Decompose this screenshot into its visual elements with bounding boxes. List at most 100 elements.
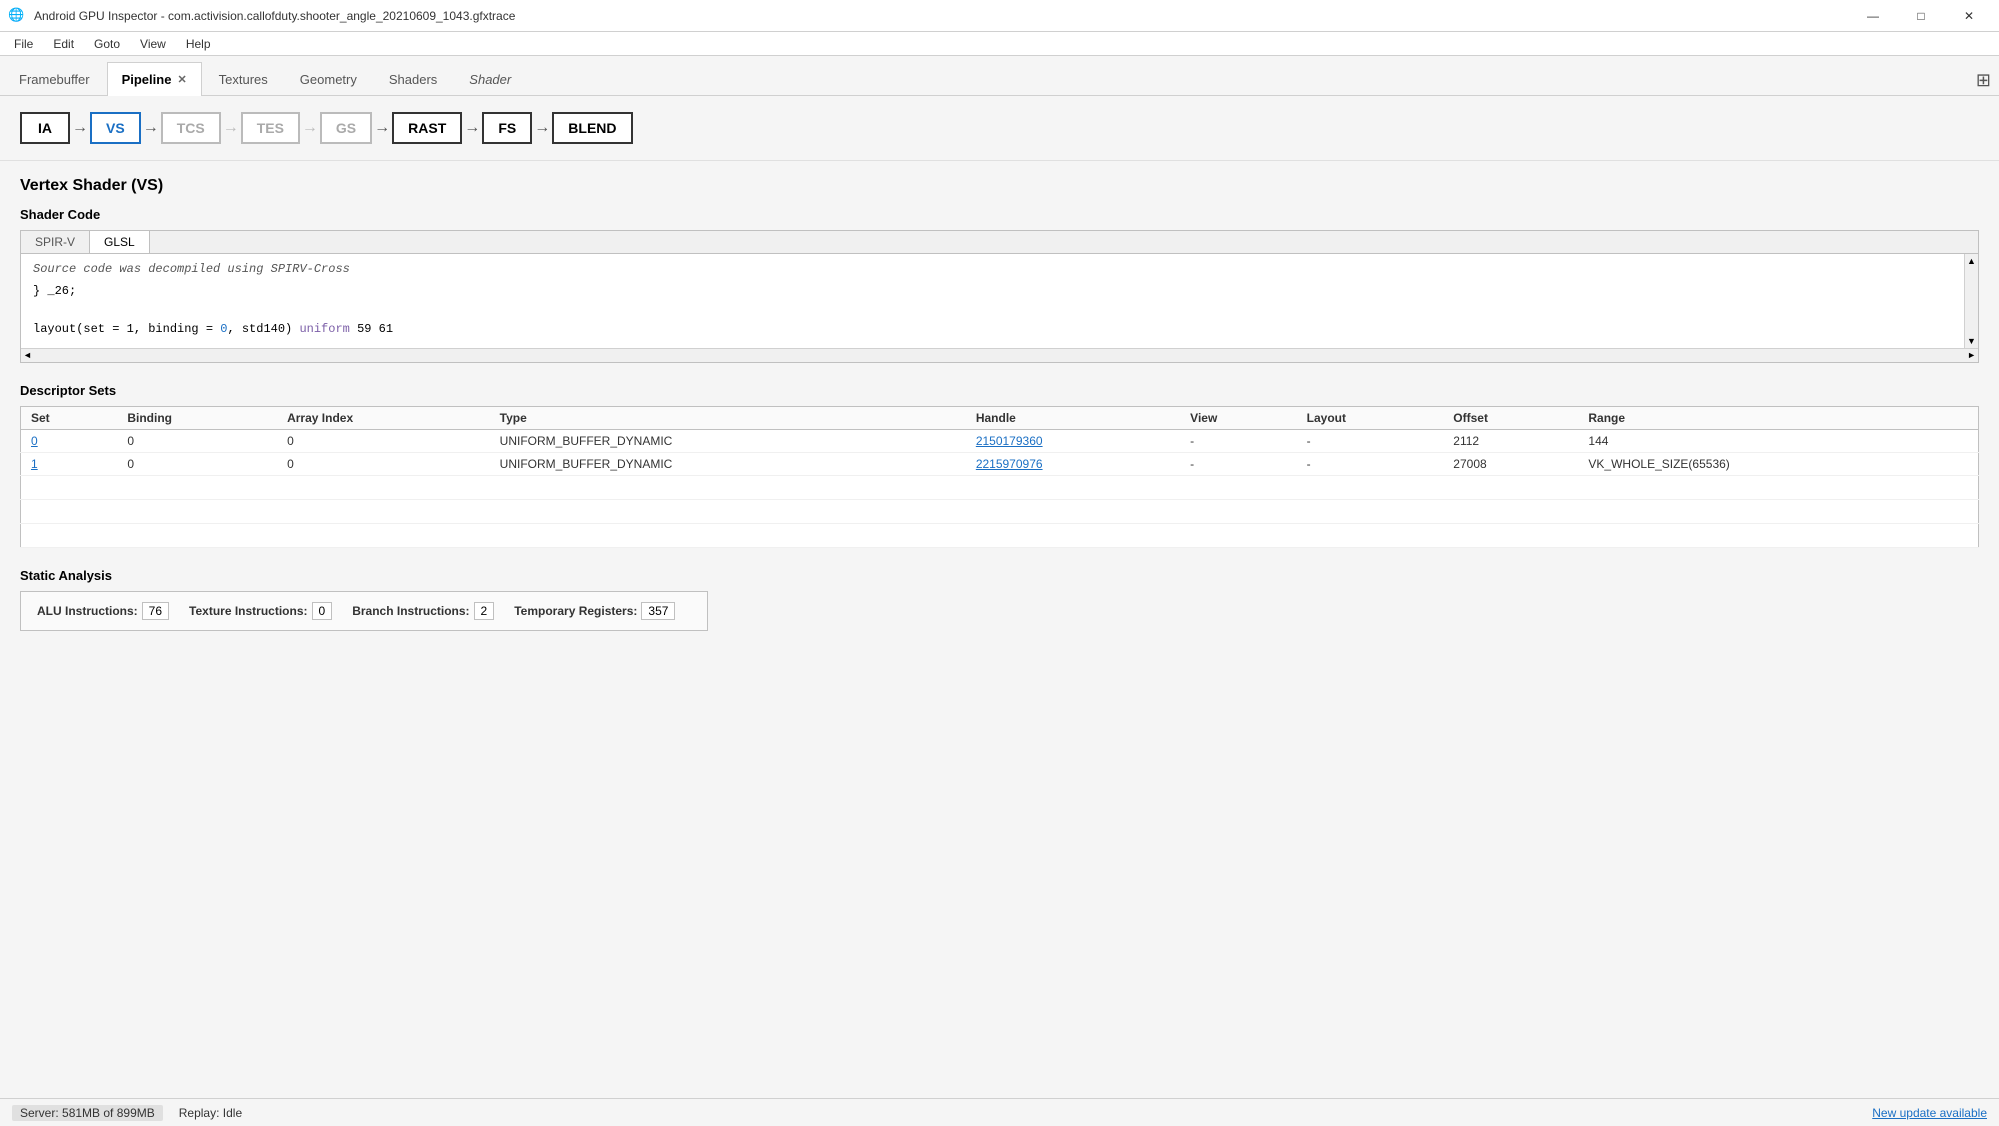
col-header-handle: Handle — [966, 406, 1180, 429]
col-header-type: Type — [490, 406, 966, 429]
tab-shader-italic[interactable]: Shader — [454, 62, 526, 96]
menu-edit[interactable]: Edit — [43, 35, 84, 53]
tab-pipeline[interactable]: Pipeline ✕ — [107, 62, 202, 96]
offset-0: 2112 — [1443, 429, 1578, 452]
status-bar: Server: 581MB of 899MB Replay: Idle New … — [0, 1098, 1999, 1126]
app-icon: 🌐 — [8, 7, 26, 25]
pipeline-arrow-6: → — [464, 119, 480, 137]
code-tab-spirv[interactable]: SPIR-V — [21, 231, 90, 253]
shader-code-title: Shader Code — [20, 207, 1979, 222]
layout-1: - — [1297, 452, 1444, 475]
array-index-0: 0 — [277, 429, 490, 452]
tab-geometry[interactable]: Geometry — [285, 62, 372, 96]
col-header-view: View — [1180, 406, 1296, 429]
type-0: UNIFORM_BUFFER_DYNAMIC — [490, 429, 966, 452]
window-controls: — □ ✕ — [1851, 0, 1991, 32]
set-link-1[interactable]: 1 — [31, 457, 38, 471]
tab-shaders[interactable]: Shaders — [374, 62, 452, 96]
pipeline-node-fs[interactable]: FS — [482, 112, 532, 144]
update-available-link[interactable]: New update available — [1872, 1106, 1987, 1120]
view-0: - — [1180, 429, 1296, 452]
array-index-1: 0 — [277, 452, 490, 475]
replay-status: Replay: Idle — [179, 1106, 242, 1120]
code-panel: SPIR-V GLSL Source code was decompiled u… — [20, 230, 1979, 363]
sa-alu-label: ALU Instructions: — [37, 604, 138, 618]
set-link-0[interactable]: 0 — [31, 434, 38, 448]
close-button[interactable]: ✕ — [1947, 0, 1991, 32]
offset-1: 27008 — [1443, 452, 1578, 475]
sa-branch-value: 2 — [474, 602, 495, 620]
title-bar: 🌐 Android GPU Inspector - com.activision… — [0, 0, 1999, 32]
col-header-array-index: Array Index — [277, 406, 490, 429]
code-scrollbar-vertical[interactable]: ▲ ▼ — [1964, 254, 1978, 348]
pipeline-arrow-2: → — [143, 119, 159, 137]
descriptor-sets-title: Descriptor Sets — [20, 383, 1979, 398]
handle-link-1[interactable]: 2215970976 — [976, 457, 1043, 471]
static-analysis-section: Static Analysis ALU Instructions: 76 Tex… — [20, 568, 1979, 631]
static-analysis-title: Static Analysis — [20, 568, 1979, 583]
maximize-button[interactable]: □ — [1899, 0, 1943, 32]
menu-view[interactable]: View — [130, 35, 176, 53]
pipeline-diagram: IA → VS → TCS → TES → GS → RAST → — [0, 96, 1999, 161]
server-status: Server: 581MB of 899MB — [12, 1105, 163, 1121]
content-area: Vertex Shader (VS) Shader Code SPIR-V GL… — [0, 161, 1999, 1098]
tab-textures[interactable]: Textures — [204, 62, 283, 96]
tab-bar: Framebuffer Pipeline ✕ Textures Geometry… — [0, 56, 1999, 96]
menu-help[interactable]: Help — [176, 35, 221, 53]
col-header-set: Set — [21, 406, 118, 429]
scroll-right-arrow[interactable]: ► — [1967, 350, 1976, 360]
table-row-empty-1 — [21, 475, 1979, 499]
server-label: Server: — [20, 1106, 59, 1120]
pipeline-arrow-7: → — [534, 119, 550, 137]
replay-value: Idle — [223, 1106, 242, 1120]
tab-pipeline-close[interactable]: ✕ — [177, 73, 186, 86]
code-decompile-info: Source code was decompiled using SPIRV-C… — [33, 262, 1958, 276]
col-header-offset: Offset — [1443, 406, 1578, 429]
pipeline-node-gs[interactable]: GS — [320, 112, 372, 144]
code-line-1: } _26; — [33, 282, 1958, 301]
code-tab-bar: SPIR-V GLSL — [21, 231, 1978, 254]
pipeline-node-rast[interactable]: RAST — [392, 112, 462, 144]
range-0: 144 — [1578, 429, 1978, 452]
range-1: VK_WHOLE_SIZE(65536) — [1578, 452, 1978, 475]
code-scrollbar-horizontal[interactable]: ◄ ► — [21, 348, 1978, 362]
static-analysis-box: ALU Instructions: 76 Texture Instruction… — [20, 591, 708, 631]
code-line-2 — [33, 301, 1958, 320]
scroll-down-arrow[interactable]: ▼ — [1965, 334, 1978, 348]
code-tab-glsl[interactable]: GLSL — [90, 231, 150, 253]
table-row: 1 0 0 UNIFORM_BUFFER_DYNAMIC 2215970976 … — [21, 452, 1979, 475]
sa-texture-value: 0 — [312, 602, 333, 620]
pipeline-node-ia[interactable]: IA — [20, 112, 70, 144]
main-content: IA → VS → TCS → TES → GS → RAST → — [0, 96, 1999, 1098]
col-header-binding: Binding — [117, 406, 277, 429]
pipeline-node-tcs[interactable]: TCS — [161, 112, 221, 144]
code-line-3: layout(set = 1, binding = 0, std140) uni… — [33, 320, 1958, 339]
pipeline-node-blend[interactable]: BLEND — [552, 112, 632, 144]
handle-link-0[interactable]: 2150179360 — [976, 434, 1043, 448]
view-1: - — [1180, 452, 1296, 475]
descriptor-sets-section: Descriptor Sets Set Binding Array Index … — [20, 383, 1979, 548]
replay-label: Replay: — [179, 1106, 220, 1120]
pipeline-node-vs[interactable]: VS — [90, 112, 141, 144]
pipeline-node-tes[interactable]: TES — [241, 112, 300, 144]
server-value: 581MB of 899MB — [62, 1106, 155, 1120]
sa-tempreg-label: Temporary Registers: — [514, 604, 637, 618]
section-title: Vertex Shader (VS) — [20, 177, 1979, 195]
sa-branch-label: Branch Instructions: — [352, 604, 469, 618]
sa-texture-label: Texture Instructions: — [189, 604, 307, 618]
menu-goto[interactable]: Goto — [84, 35, 130, 53]
table-row: 0 0 0 UNIFORM_BUFFER_DYNAMIC 2150179360 … — [21, 429, 1979, 452]
pipeline-flow: IA → VS → TCS → TES → GS → RAST → — [20, 112, 1979, 144]
binding-0: 0 — [117, 429, 277, 452]
tab-framebuffer[interactable]: Framebuffer — [4, 62, 105, 96]
sa-alu-value: 76 — [142, 602, 169, 620]
pipeline-arrow-4: → — [302, 119, 318, 137]
minimize-button[interactable]: — — [1851, 0, 1895, 32]
sa-tempreg-value: 357 — [641, 602, 675, 620]
scroll-left-arrow[interactable]: ◄ — [23, 350, 32, 360]
table-row-empty-3 — [21, 523, 1979, 547]
menu-file[interactable]: File — [4, 35, 43, 53]
scroll-up-arrow[interactable]: ▲ — [1965, 254, 1978, 268]
window-title: Android GPU Inspector - com.activision.c… — [34, 9, 515, 23]
grid-layout-icon[interactable]: ⊞ — [1976, 70, 1991, 91]
